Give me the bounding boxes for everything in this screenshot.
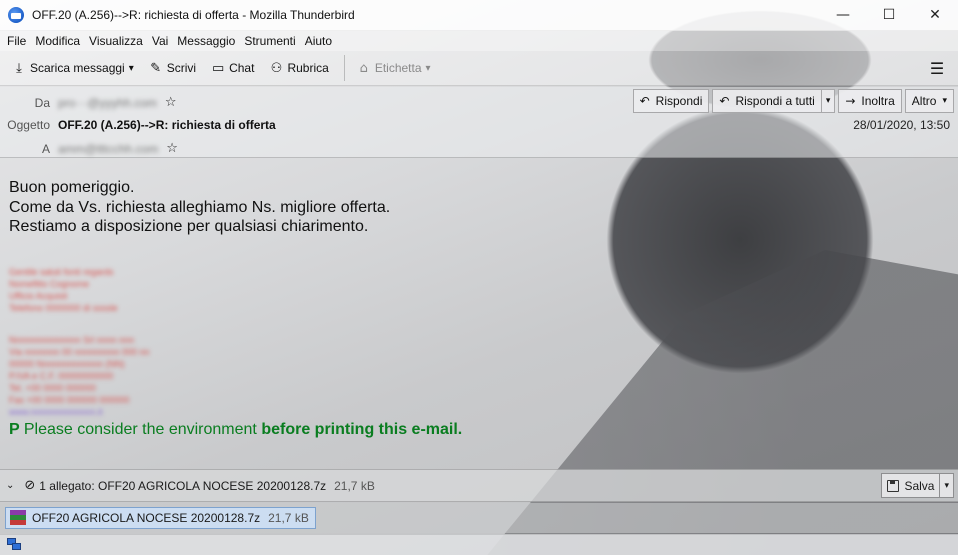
signature-block: Gentile saluti fonti regards Nomefitto C… (9, 266, 118, 314)
menu-vai[interactable]: Vai (149, 34, 174, 48)
address-book-button[interactable]: ⚇ Rubrica (263, 56, 333, 80)
status-bar (0, 534, 958, 555)
env-note-text-a: Please consider the environment (23, 421, 257, 438)
menu-file[interactable]: File (4, 34, 32, 48)
paperclip-icon: ⊘ (24, 478, 36, 493)
tag-icon: ⌂ (359, 60, 368, 76)
save-attachment-button[interactable]: Salva ▾ (881, 473, 954, 498)
body-line: Come da Vs. richiesta alleghiamo Ns. mig… (9, 198, 391, 216)
chevron-down-icon[interactable]: ▾ (129, 63, 134, 74)
address-book-label: Rubrica (287, 61, 329, 75)
message-date: 28/01/2020, 13:50 (853, 118, 950, 132)
reply-all-label: Rispondi a tutti (735, 94, 815, 108)
reply-all-button[interactable]: ↶ Rispondi a tutti ▾ (712, 89, 836, 113)
signature-line: Gentile saluti fonti regards (9, 267, 114, 277)
close-button[interactable]: ✕ (912, 0, 958, 31)
body-line: Restiamo a disposizione per qualsiasi ch… (9, 218, 369, 235)
maximize-button[interactable]: ☐ (866, 0, 912, 31)
menu-bar: File Modifica Visualizza Vai Messaggio S… (0, 31, 958, 51)
chevron-down-icon: ▾ (942, 96, 947, 106)
more-button[interactable]: Altro ▾ (904, 89, 954, 113)
pencil-icon: ✎ (150, 60, 162, 76)
menu-modifica[interactable]: Modifica (32, 34, 86, 48)
signature-link[interactable]: www.nnnnnnnnnnnnn.it (9, 406, 149, 418)
hamburger-menu-icon[interactable]: ☰ (922, 53, 952, 83)
get-messages-label: Scarica messaggi (30, 61, 125, 75)
star-icon[interactable]: ☆ (165, 95, 177, 110)
chevron-down-icon: ▾ (425, 62, 431, 74)
title-bar: OFF.20 (A.256)-->R: richiesta di offerta… (0, 0, 958, 31)
signature-line: Via nnnnnnn 00 nnnnnnnnn 000 nn (9, 347, 150, 357)
attachment-bar: ⌄ ⊘ 1 allegato: OFF20 AGRICOLA NOCESE 20… (0, 469, 958, 502)
chat-bubble-icon: ▭ (211, 60, 225, 76)
to-address[interactable]: amm@tttcchh.com (58, 142, 158, 156)
header-action-buttons: ↶ Rispondi ↶ Rispondi a tutti ▾ → Inoltr… (630, 89, 954, 113)
subject-label: Oggetto (7, 118, 50, 132)
more-label: Altro (911, 94, 937, 108)
get-messages-button[interactable]: ⤓ Scarica messaggi ▾ (6, 56, 139, 80)
signature-line: 00000 Nnnnnnnnnnnnn (NN) (9, 359, 125, 369)
reply-label: Rispondi (655, 94, 703, 108)
to-label: A (41, 141, 50, 156)
tag-label: Etichetta (374, 61, 422, 75)
forward-icon: → (845, 94, 856, 108)
subject-row: Oggetto OFF.20 (A.256)-->R: richiesta di… (0, 118, 276, 132)
save-label: Salva (904, 478, 935, 493)
menu-aiuto[interactable]: Aiuto (302, 34, 338, 48)
forward-label: Inoltra (861, 94, 895, 108)
write-button[interactable]: ✎ Scrivi (143, 56, 201, 80)
chat-label: Chat (229, 61, 255, 75)
reply-icon: ↶ (639, 94, 650, 108)
write-label: Scrivi (166, 61, 197, 75)
chevron-down-icon[interactable]: ⌄ (6, 480, 14, 491)
chevron-down-icon[interactable]: ▾ (939, 474, 953, 497)
contacts-icon: ⚇ (270, 60, 283, 76)
tag-button[interactable]: ⌂ Etichetta ▾ (351, 56, 436, 80)
thunderbird-app-icon (8, 7, 24, 23)
toolbar-separator (343, 55, 345, 81)
company-signature-block: Nnnnnnnnnnnnnn Srl nnnn nnn Via nnnnnnn … (9, 334, 149, 418)
signature-line: Nomefitto Cognome (9, 279, 90, 289)
body-line: Buon pomeriggio. (9, 179, 135, 196)
menu-visualizza[interactable]: Visualizza (86, 34, 149, 48)
signature-line: Ufficio Acquisti (9, 291, 68, 301)
signature-line: P.IVA e C.F. 00000000000 (9, 371, 114, 381)
attachment-item[interactable]: OFF20 AGRICOLA NOCESE 20200128.7z 21,7 k… (5, 507, 316, 529)
window-title: OFF.20 (A.256)-->R: richiesta di offerta… (32, 8, 355, 22)
attachment-summary-size: 21,7 kB (334, 478, 375, 493)
from-address[interactable]: pro···@yyyhh.com (58, 96, 157, 110)
chat-button[interactable]: ▭ Chat (205, 56, 259, 80)
from-row: Da pro···@yyyhh.com ☆ (0, 95, 177, 110)
star-icon[interactable]: ☆ (166, 141, 178, 156)
save-disk-icon (887, 479, 900, 492)
reply-all-icon: ↶ (719, 94, 730, 108)
signature-line: Nnnnnnnnnnnnnn Srl nnnn nnn (9, 335, 135, 345)
environment-note: P Please consider the environment before… (9, 421, 462, 439)
message-header: Da pro···@yyyhh.com ☆ Oggetto OFF.20 (A.… (0, 87, 958, 158)
message-body: Buon pomeriggio. Come da Vs. richiesta a… (9, 178, 609, 237)
signature-line: Tel. +00 0000 000000 (9, 383, 96, 393)
reply-button[interactable]: ↶ Rispondi (632, 89, 710, 113)
forward-button[interactable]: → Inoltra (838, 89, 902, 113)
signature-line: Fax +00 0000 000000 000000 (9, 395, 130, 405)
from-label: Da (34, 95, 50, 110)
menu-strumenti[interactable]: Strumenti (241, 34, 301, 48)
env-note-symbol: P (9, 421, 20, 438)
subject-text: OFF.20 (A.256)-->R: richiesta di offerta (58, 118, 276, 132)
attachment-summary[interactable]: 1 allegato: OFF20 AGRICOLA NOCESE 202001… (39, 479, 326, 493)
attachment-name: OFF20 AGRICOLA NOCESE 20200128.7z (32, 511, 261, 525)
env-note-text-b: before printing this e-mail. (261, 421, 463, 438)
menu-messaggio[interactable]: Messaggio (174, 34, 241, 48)
attachment-size: 21,7 kB (268, 511, 309, 525)
to-row: A amm@tttcchh.com ☆ (0, 141, 178, 156)
attachment-list: OFF20 AGRICOLA NOCESE 20200128.7z 21,7 k… (0, 503, 958, 533)
main-toolbar: ⤓ Scarica messaggi ▾ ✎ Scrivi ▭ Chat ⚇ R… (0, 51, 958, 86)
network-status-icon[interactable] (7, 538, 22, 551)
archive-file-icon (10, 510, 26, 526)
chevron-down-icon[interactable]: ▾ (820, 90, 835, 112)
minimize-button[interactable]: — (820, 0, 866, 31)
signature-line: Telefono 0000000 di ssssle (9, 303, 118, 313)
download-icon: ⤓ (16, 60, 22, 76)
